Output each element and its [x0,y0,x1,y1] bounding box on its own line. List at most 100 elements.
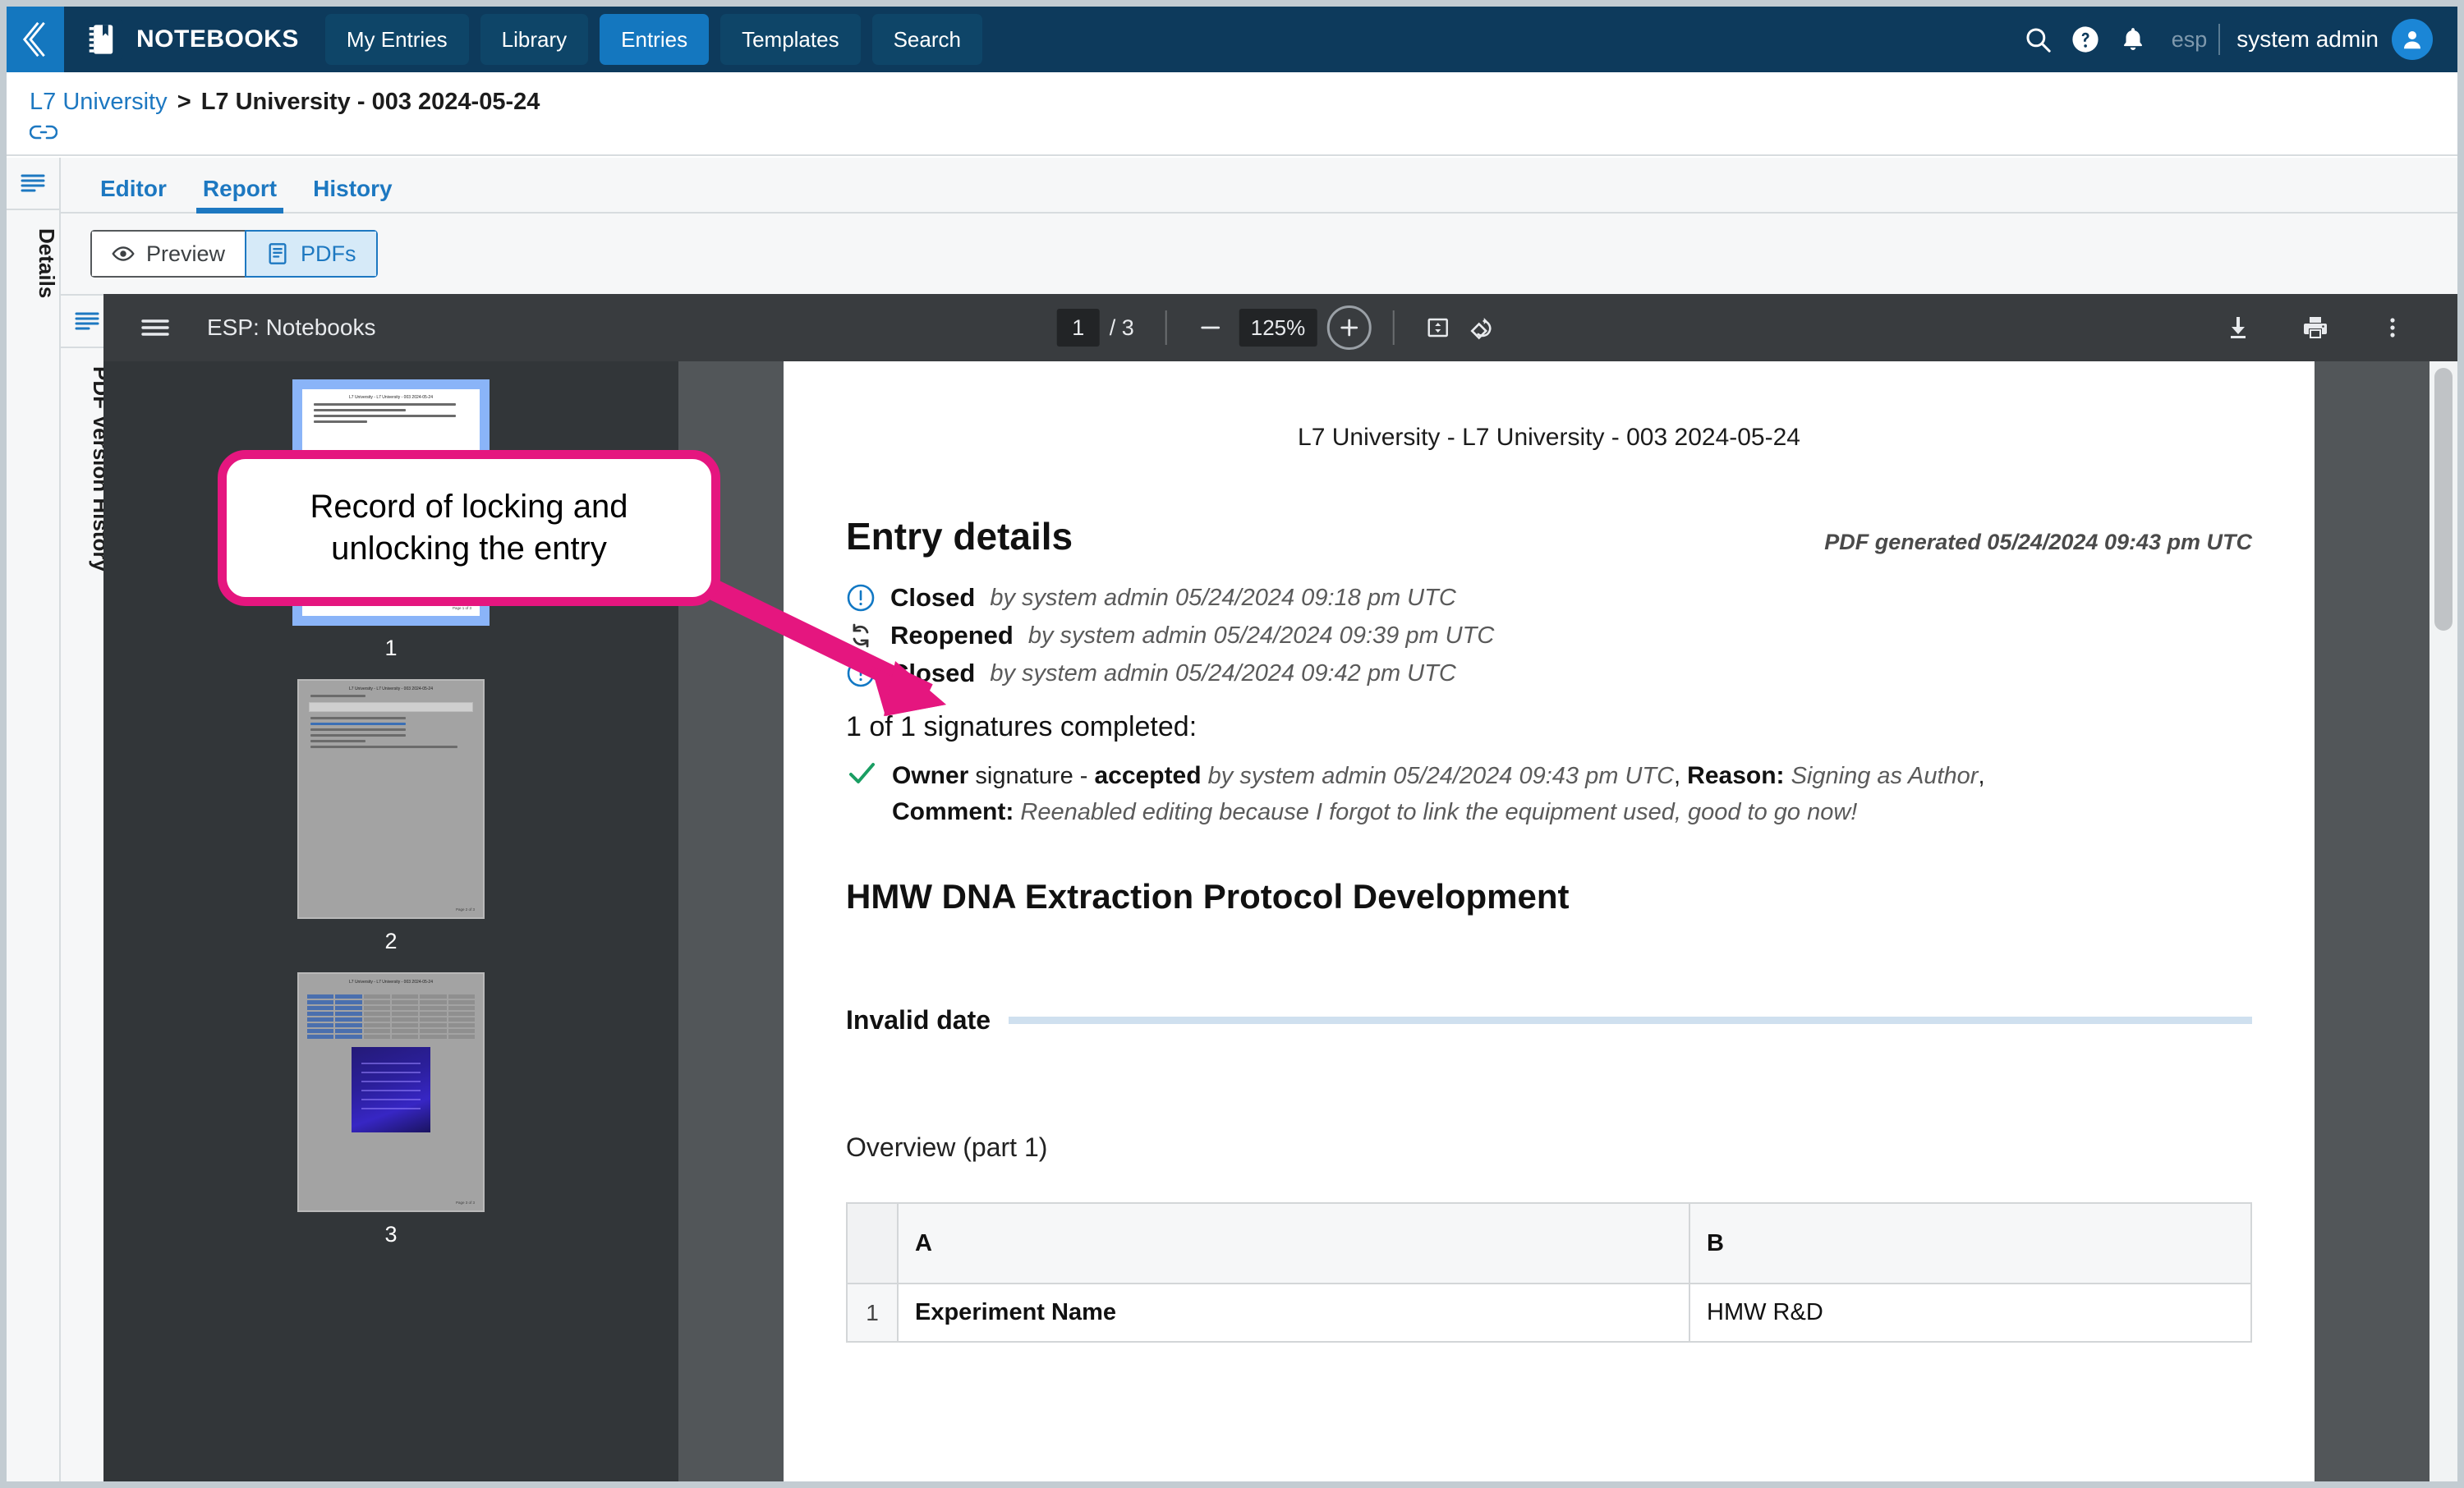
thumb-line [310,717,407,719]
primary-nav-tabs: My Entries Library Entries Templates Sea… [324,14,982,65]
breadcrumb-current: L7 University - 003 2024-05-24 [200,89,540,115]
eye-icon [112,246,135,261]
overview-title: Overview (part 1) [846,1132,1048,1162]
pdfs-button-label: PDFs [301,241,356,266]
nav-divider [2218,24,2221,55]
thumb-footer-text: Page 1 of 3 [452,606,471,610]
link-icon[interactable] [29,123,58,145]
document-icon [269,243,287,264]
status-meta: by system admin 05/24/2024 09:42 pm UTC [990,659,1456,687]
thumb-line [314,415,456,417]
breadcrumb-parent-link[interactable]: L7 University [30,89,168,115]
zoom-in-button[interactable] [1326,305,1372,350]
rotate-button[interactable] [1460,305,1504,350]
signature-reason-label: Reason: [1687,762,1785,789]
overview-table-head: A B [846,1202,2252,1284]
pdf-toolbar-right [2216,305,2457,350]
collapse-nav-button[interactable] [0,7,64,72]
date-section-divider: Invalid date [846,1005,2252,1036]
signature-comma-1: , [1674,763,1681,789]
thumbnail-label-2: 2 [384,929,398,953]
application-window: NOTEBOOKS My Entries Library Entries Tem… [0,0,2464,1488]
thumb-line [314,409,407,411]
thumbnail-item-3[interactable]: L7 University - L7 University - 003 2024… [284,972,498,1247]
more-options-button[interactable] [2370,305,2415,350]
entry-status-log: Closed by system admin 05/24/2024 09:18 … [846,583,2252,688]
print-icon [2304,317,2327,338]
brand-name: NOTEBOOKS [136,25,299,53]
download-button[interactable] [2216,305,2260,350]
pdfs-button[interactable]: PDFs [245,230,378,278]
toolbar-divider-2 [1392,310,1395,345]
zoom-out-button[interactable] [1188,305,1233,350]
document-header: L7 University - L7 University - 003 2024… [1298,424,1800,451]
thumbnail-page-3[interactable]: L7 University - L7 University - 003 2024… [297,972,485,1212]
notebook-glyph [89,25,113,54]
details-rail: Details [7,158,61,1481]
tab-report[interactable]: Report [185,176,295,214]
pdf-vertical-scrollbar[interactable] [2430,361,2457,1481]
breadcrumb: L7 University > L7 University - 003 2024… [30,87,2457,117]
table-cell-a: Experiment Name [897,1283,1690,1343]
table-row: 1 Experiment Name HMW R&D [846,1283,2252,1343]
thumb-header-text: L7 University - L7 University - 003 2024… [349,395,433,400]
fit-page-button[interactable] [1415,305,1460,350]
details-rail-menu-icon[interactable] [7,158,59,210]
pdf-scrollbar-thumb[interactable] [2434,368,2453,631]
nav-tab-templates[interactable]: Templates [720,14,861,65]
section-title: HMW DNA Extraction Protocol Development [846,877,1570,916]
toolbar-divider [1165,310,1167,345]
signature-details: Owner signature - accepted by system adm… [892,758,1985,829]
search-icon[interactable] [2014,16,2062,63]
zoom-level-input[interactable]: 125% [1239,309,1317,347]
check-icon [846,758,877,829]
help-icon[interactable] [2062,16,2109,63]
nav-tab-my-entries[interactable]: My Entries [324,14,469,65]
entry-details-header-row: Entry details PDF generated 05/24/2024 0… [846,514,2252,558]
top-navigation-bar: NOTEBOOKS My Entries Library Entries Tem… [0,7,2464,72]
signature-role: Owner [892,762,969,789]
table-header-row: A B [846,1202,2252,1284]
thumb-header-text: L7 University - L7 University - 003 2024… [349,687,433,691]
notifications-icon[interactable] [2109,16,2157,63]
annotation-callout: Record of locking and unlocking the entr… [218,450,720,606]
breadcrumb-bar: L7 University > L7 University - 003 2024… [7,72,2457,156]
table-header-b: B [1689,1202,2252,1284]
pdf-document-title: ESP: Notebooks [207,315,376,340]
nav-tab-entries[interactable]: Entries [600,14,710,65]
user-avatar-icon[interactable] [2392,19,2433,60]
status-row: Reopened by system admin 05/24/2024 09:3… [846,621,2252,650]
page-number-input[interactable]: 1 [1056,309,1100,347]
nav-tab-library[interactable]: Library [480,14,589,65]
minus-icon [1201,326,1221,329]
pdf-generated-timestamp: PDF generated 05/24/2024 09:43 pm UTC [1824,530,2252,554]
username-label: system admin [2236,26,2379,52]
thumb-line [314,420,367,423]
overview-table-body: 1 Experiment Name HMW R&D [846,1283,2252,1343]
preview-button[interactable]: Preview [90,230,246,278]
hamburger-icon[interactable] [140,315,171,340]
thumb-box-field [309,702,473,712]
notebook-icon [82,19,123,60]
thumb-line [310,728,407,731]
nav-tab-search[interactable]: Search [871,14,982,65]
breadcrumb-separator: > [177,89,191,115]
thumb-line [310,695,366,697]
nav-right-cluster: esp system admin [2014,16,2464,63]
signature-state: accepted [1094,762,1202,789]
fit-page-icon [1427,318,1448,338]
tab-history[interactable]: History [295,176,410,212]
thumbnail-page-2[interactable]: L7 University - L7 University - 003 2024… [297,679,485,919]
thumb-footer-text: Page 2 of 3 [455,907,475,912]
tab-editor[interactable]: Editor [82,176,185,212]
annotation-callout-text: Record of locking and unlocking the entr… [296,486,643,570]
more-vertical-icon [2390,318,2395,338]
signature-row: Owner signature - accepted by system adm… [846,758,2252,829]
thumb-line [310,740,366,742]
status-meta: by system admin 05/24/2024 09:18 pm UTC [990,584,1456,611]
thumb-table [307,994,475,1039]
thumbnail-item-2[interactable]: L7 University - L7 University - 003 2024… [284,679,498,954]
signature-word: signature - [975,763,1088,789]
print-button[interactable] [2293,305,2338,350]
callout-line-1: Record of locking and [310,488,628,525]
